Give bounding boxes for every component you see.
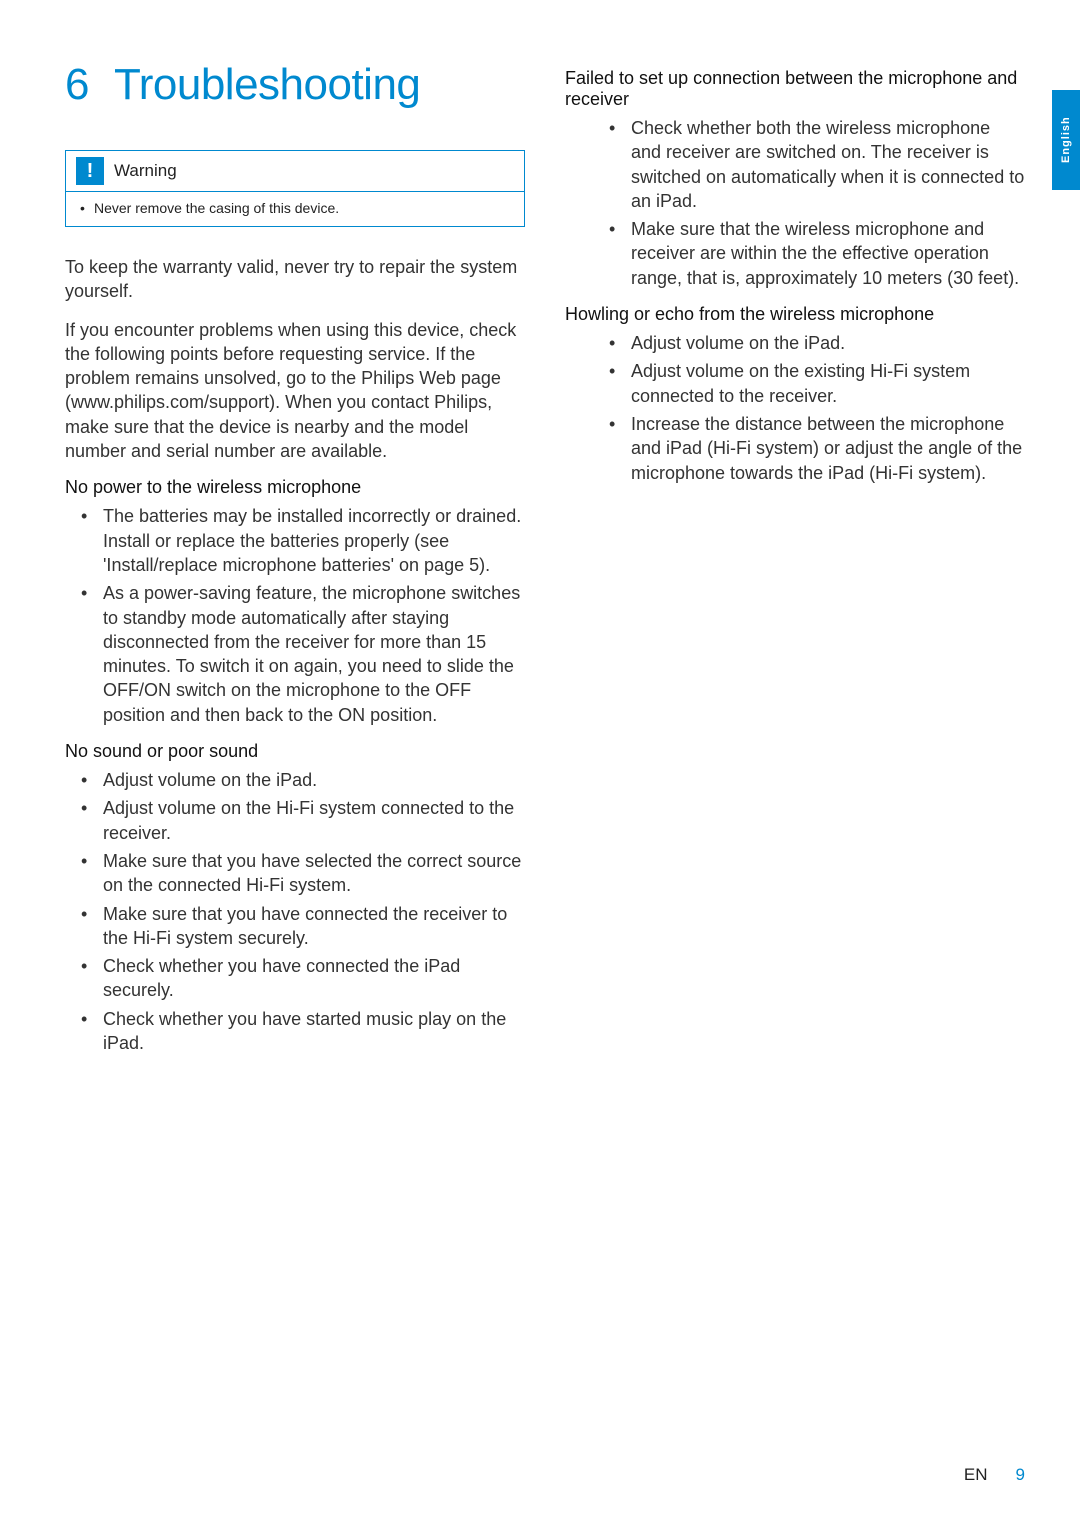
- footer-page-number: 9: [1016, 1465, 1025, 1485]
- list-item: Make sure that you have connected the re…: [65, 902, 525, 951]
- right-column: Failed to set up connection between the …: [565, 60, 1025, 1069]
- howling-list: Adjust volume on the iPad. Adjust volume…: [565, 331, 1025, 485]
- list-item: Adjust volume on the existing Hi-Fi syst…: [565, 359, 1025, 408]
- failedconn-list: Check whether both the wireless micropho…: [565, 116, 1025, 290]
- warning-body: Never remove the casing of this device.: [66, 192, 524, 226]
- list-item: As a power-saving feature, the microphon…: [65, 581, 525, 727]
- list-item: Make sure that you have selected the cor…: [65, 849, 525, 898]
- list-item: Adjust volume on the iPad.: [565, 331, 1025, 355]
- language-tab: English: [1052, 90, 1080, 190]
- list-item: Make sure that the wireless microphone a…: [565, 217, 1025, 290]
- list-item: Adjust volume on the Hi-Fi system connec…: [65, 796, 525, 845]
- section-head-nosound: No sound or poor sound: [65, 741, 525, 762]
- intro-p1: To keep the warranty valid, never try to…: [65, 255, 525, 304]
- warning-label: Warning: [114, 161, 177, 181]
- list-item: Check whether both the wireless micropho…: [565, 116, 1025, 213]
- chapter-title-text: Troubleshooting: [114, 60, 420, 109]
- warning-icon: !: [76, 157, 104, 185]
- nosound-list: Adjust volume on the iPad. Adjust volume…: [65, 768, 525, 1055]
- footer-language: EN: [964, 1465, 988, 1485]
- list-item: Check whether you have connected the iPa…: [65, 954, 525, 1003]
- list-item: Adjust volume on the iPad.: [65, 768, 525, 792]
- list-item: Check whether you have started music pla…: [65, 1007, 525, 1056]
- page-footer: EN 9: [964, 1465, 1025, 1485]
- page-content: 6 Troubleshooting ! Warning Never remove …: [0, 0, 1080, 1109]
- left-column: 6 Troubleshooting ! Warning Never remove …: [65, 60, 525, 1069]
- chapter-heading: 6 Troubleshooting: [65, 60, 525, 110]
- list-item: The batteries may be installed incorrect…: [65, 504, 525, 577]
- section-head-howling: Howling or echo from the wireless microp…: [565, 304, 1025, 325]
- nopower-list: The batteries may be installed incorrect…: [65, 504, 525, 727]
- list-item: Increase the distance between the microp…: [565, 412, 1025, 485]
- warning-box: ! Warning Never remove the casing of thi…: [65, 150, 525, 227]
- intro-p2: If you encounter problems when using thi…: [65, 318, 525, 464]
- warning-header: ! Warning: [66, 151, 524, 192]
- section-head-nopower: No power to the wireless microphone: [65, 477, 525, 498]
- chapter-number: 6: [65, 60, 89, 109]
- section-head-failedconn: Failed to set up connection between the …: [565, 68, 1025, 110]
- warning-item: Never remove the casing of this device.: [80, 200, 510, 216]
